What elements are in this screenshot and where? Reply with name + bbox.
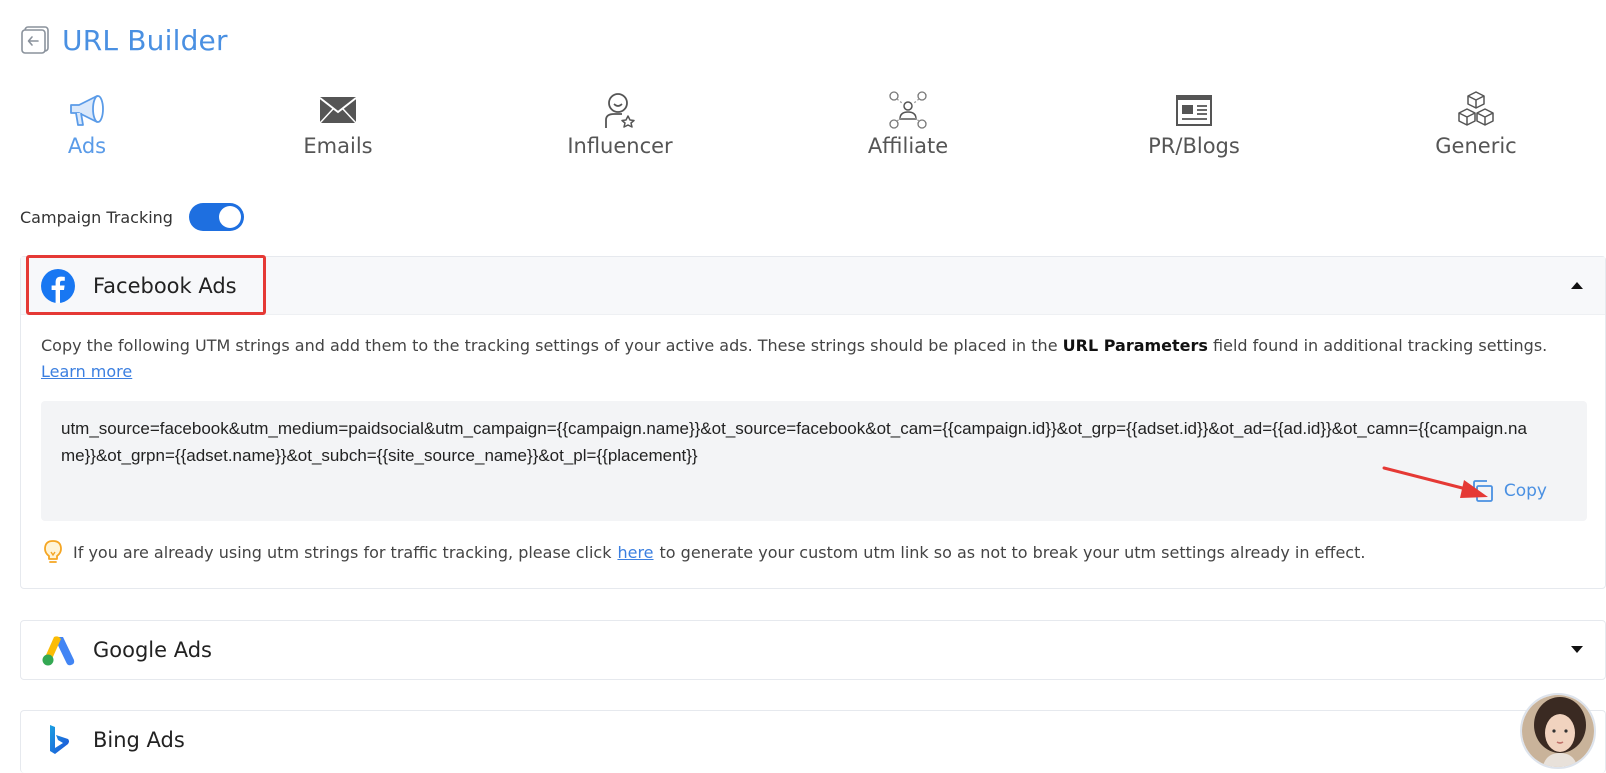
google-ads-title: Google Ads [93, 638, 212, 662]
influencer-icon [600, 90, 640, 130]
tab-influencer-label: Influencer [567, 134, 673, 158]
collapse-caret-icon[interactable] [1571, 282, 1583, 289]
google-ads-icon [41, 633, 75, 667]
back-arrow-icon[interactable] [20, 25, 50, 55]
facebook-ads-panel: Facebook Ads Copy the following UTM stri… [20, 255, 1606, 589]
copy-label: Copy [1503, 481, 1547, 501]
bing-ads-panel: Bing Ads [20, 710, 1606, 773]
tab-affiliate-label: Affiliate [867, 134, 949, 158]
tab-generic[interactable]: Generic [1396, 90, 1556, 158]
campaign-tracking-toggle[interactable] [188, 203, 244, 231]
hint-text: If you are already using utm strings for… [73, 542, 612, 562]
tab-influencer[interactable]: Influencer [540, 90, 700, 158]
expand-caret-icon[interactable] [1571, 646, 1583, 653]
tab-emails-label: Emails [303, 134, 373, 158]
campaign-tracking-row: Campaign Tracking [20, 203, 244, 231]
megaphone-icon [67, 90, 107, 130]
description-text-end: field found in additional tracking setti… [1213, 336, 1548, 355]
envelope-icon [318, 90, 358, 130]
cubes-icon [1456, 90, 1496, 130]
bing-ads-title: Bing Ads [93, 728, 185, 752]
google-ads-header[interactable]: Google Ads [21, 621, 1605, 679]
bing-icon [41, 723, 75, 757]
copy-button[interactable]: Copy [1470, 479, 1547, 503]
tab-ads-label: Ads [67, 134, 107, 158]
tab-ads[interactable]: Ads [7, 90, 167, 158]
tab-pr-blogs[interactable]: PR/Blogs [1114, 90, 1274, 158]
channel-tabs: Ads Emails Influencer Affiliate PR/Blogs… [0, 90, 1606, 170]
utm-string-box: utm_source=facebook&utm_medium=paidsocia… [41, 401, 1587, 521]
tab-emails[interactable]: Emails [258, 90, 418, 158]
newspaper-icon [1174, 90, 1214, 130]
description-text: Copy the following UTM strings and add t… [41, 336, 1058, 355]
tab-pr-blogs-label: PR/Blogs [1148, 134, 1240, 158]
affiliate-network-icon [888, 90, 928, 130]
learn-more-link[interactable]: Learn more [41, 362, 132, 381]
utm-string[interactable]: utm_source=facebook&utm_medium=paidsocia… [61, 415, 1541, 469]
tab-affiliate[interactable]: Affiliate [828, 90, 988, 158]
page-title: URL Builder [62, 23, 228, 57]
facebook-ads-description: Copy the following UTM strings and add t… [41, 333, 1581, 385]
bing-ads-header[interactable]: Bing Ads [21, 711, 1605, 769]
here-link[interactable]: here [617, 543, 653, 562]
description-bold: URL Parameters [1062, 336, 1208, 355]
tab-generic-label: Generic [1435, 134, 1517, 158]
google-ads-panel: Google Ads [20, 620, 1606, 680]
campaign-tracking-label: Campaign Tracking [20, 207, 173, 227]
lightbulb-icon [41, 539, 65, 565]
page-header: URL Builder [20, 22, 228, 58]
hint-text-end: to generate your custom utm link so as n… [659, 542, 1366, 562]
facebook-icon [41, 268, 75, 303]
utm-hint: If you are already using utm strings for… [41, 539, 1365, 565]
facebook-ads-title: Facebook Ads [93, 273, 237, 298]
facebook-ads-header[interactable]: Facebook Ads [21, 255, 1605, 315]
copy-icon [1470, 479, 1494, 503]
support-avatar[interactable] [1520, 693, 1596, 769]
toggle-knob [218, 206, 241, 228]
